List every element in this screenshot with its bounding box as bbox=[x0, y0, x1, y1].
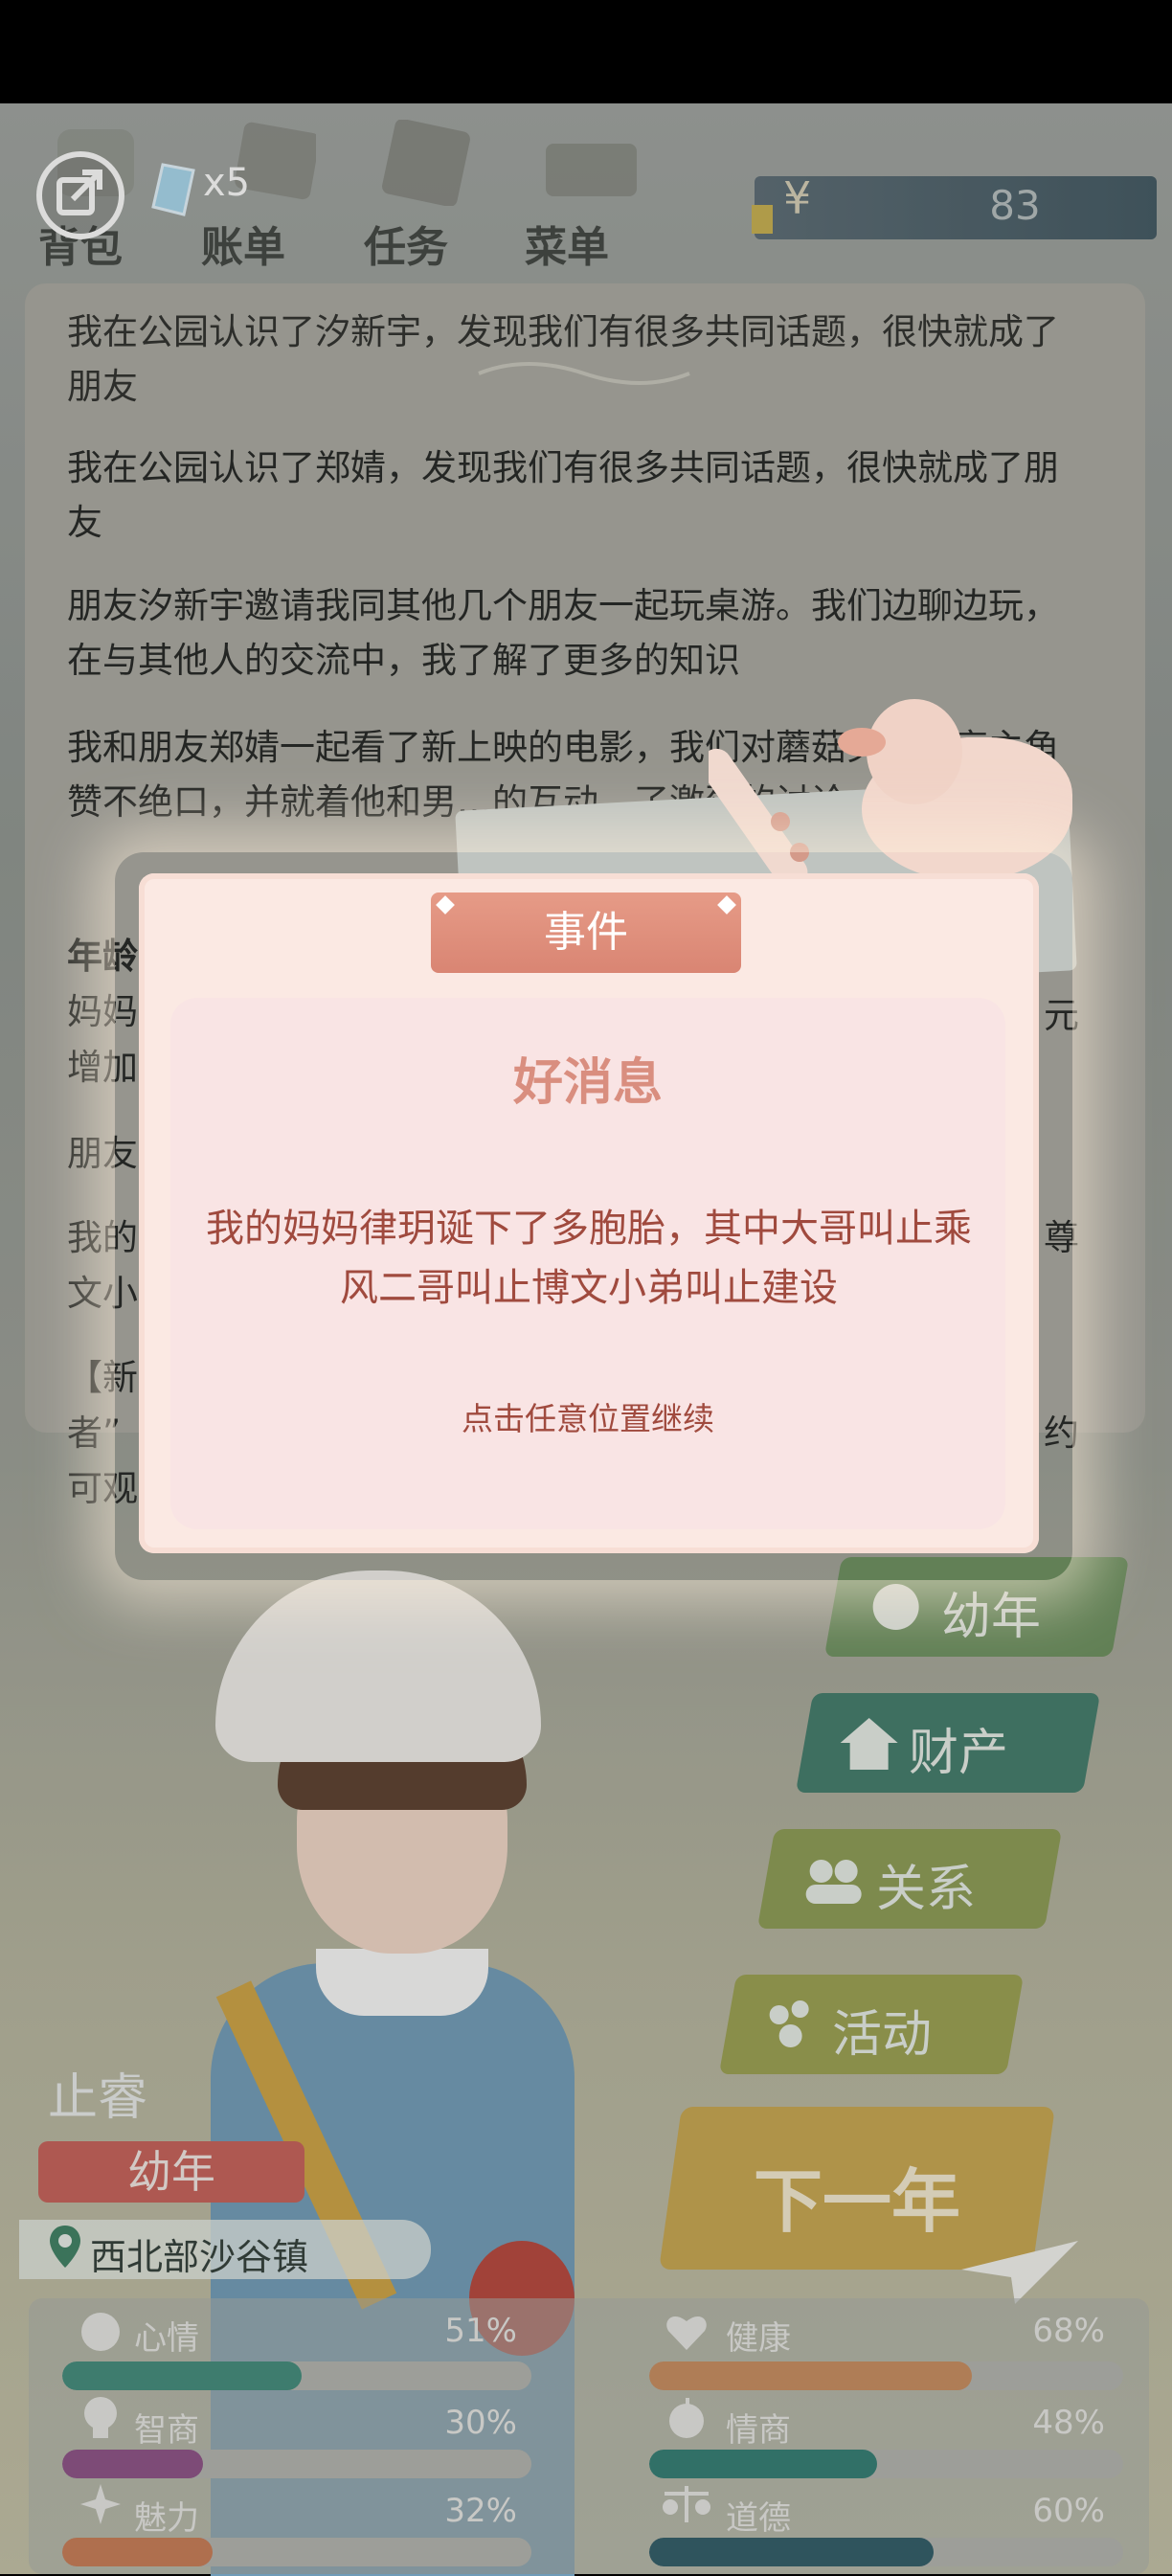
rubber-duck-beak bbox=[838, 728, 886, 757]
event-modal-header: 事件 bbox=[431, 893, 741, 973]
event-title: 好消息 bbox=[512, 1054, 663, 1112]
rubber-duck-head bbox=[867, 699, 962, 804]
event-message: 我的妈妈律玥诞下了多胞胎，其中大哥叫止乘风二哥叫止博文小弟叫止建设 bbox=[206, 1207, 972, 1310]
status-bar bbox=[0, 0, 1172, 103]
continue-hint[interactable]: 点击任意位置继续 bbox=[170, 1393, 1005, 1439]
